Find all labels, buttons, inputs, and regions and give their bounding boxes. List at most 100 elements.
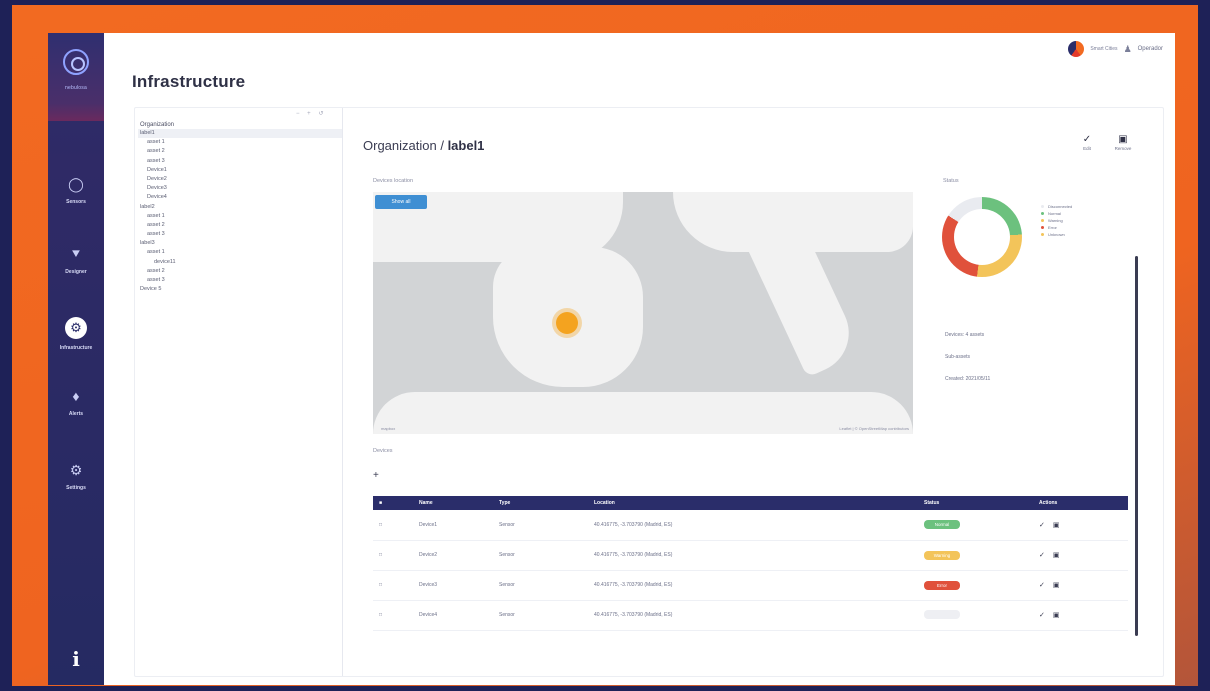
vertical-scrollbar[interactable] <box>1135 256 1138 636</box>
user-menu[interactable]: Smart Cities ♟ Operador <box>1068 41 1163 57</box>
col-type[interactable]: Type <box>493 496 588 510</box>
edit-row-icon[interactable]: ✓ <box>1039 552 1053 559</box>
tree-item[interactable]: Device3 <box>138 184 342 193</box>
summary-created: Created: 2021/05/11 <box>945 376 991 382</box>
edit-row-icon[interactable]: ✓ <box>1039 582 1053 589</box>
col-location[interactable]: Location <box>588 496 918 510</box>
nav-item-designer[interactable]: ⯆ Designer <box>48 245 104 275</box>
organization-tree: − + ↺ Organization label1 asset 1 asset 2a… <box>135 108 343 676</box>
legend-label: Disconnected <box>1048 204 1073 209</box>
legend-swatch <box>1041 233 1044 236</box>
tree-toolbar[interactable]: − + ↺ <box>296 110 326 117</box>
trash-icon: ▣ <box>1118 134 1128 145</box>
tree-item[interactable]: device11 <box>138 258 342 267</box>
nav-label: Sensors <box>66 199 86 205</box>
info-icon[interactable]: i <box>48 647 104 671</box>
nav-label: Settings <box>66 485 86 491</box>
edit-row-icon[interactable]: ✓ <box>1039 612 1053 619</box>
device-cluster-marker[interactable] <box>556 312 578 334</box>
brand-logo-icon <box>63 49 89 75</box>
table-row[interactable]: □ Device2 Sensor 40.416775, -3.703790 (Madr… <box>373 540 1128 570</box>
map-logo: mapbox <box>381 426 396 431</box>
show-all-map-button[interactable]: Show all <box>375 195 427 209</box>
tree-item[interactable]: asset 2 <box>138 147 342 156</box>
legend-item: Unknown <box>1041 231 1072 238</box>
table-row[interactable]: □ Device3 Sensor 40.416775, -3.703790 (Madr… <box>373 570 1128 600</box>
page-title: Infrastructure <box>132 72 246 91</box>
status-section-label: Status <box>943 178 959 184</box>
remove-label: Remove <box>1114 146 1132 151</box>
tree-item[interactable]: Device4 <box>138 193 342 202</box>
tree-item[interactable]: asset 1 <box>138 138 342 147</box>
legend-item: Normal <box>1041 210 1072 217</box>
devices-map[interactable]: Show all mapbox Leaflet | © OpenStreetMa… <box>373 192 913 434</box>
tree-item[interactable]: Device2 <box>138 175 342 184</box>
tree-item[interactable]: asset 2 <box>138 267 342 276</box>
tree-item[interactable]: label2 <box>138 203 342 212</box>
map-land-africa <box>373 392 913 434</box>
table-row[interactable]: □ Device1 Sensor 40.416775, -3.703790 (Madr… <box>373 510 1128 540</box>
app-window: nebulosa ◯ Sensors ⯆ Designer ⚙ Infrastr… <box>48 33 1175 685</box>
cell-location: 40.416775, -3.703790 (Madrid, ES) <box>594 612 673 618</box>
select-all-checkbox[interactable]: ■ <box>373 496 413 510</box>
tree-item[interactable]: asset 3 <box>138 276 342 285</box>
row-checkbox[interactable]: □ <box>373 510 413 540</box>
delete-row-icon[interactable]: ▣ <box>1053 612 1068 619</box>
tree-item[interactable]: Device 5 <box>138 285 342 294</box>
nav-item-infrastructure[interactable]: ⚙ Infrastructure <box>48 317 104 351</box>
brand[interactable]: nebulosa <box>48 33 104 121</box>
cell-type: Sensor <box>499 582 515 588</box>
delete-row-icon[interactable]: ▣ <box>1053 522 1068 529</box>
edit-button[interactable]: ✓ Edit <box>1075 134 1099 151</box>
tree-item[interactable]: label1 <box>138 129 342 139</box>
detail-title-node: label1 <box>447 138 485 153</box>
tree-item[interactable]: asset 3 <box>138 230 342 239</box>
cell-status: Error <box>918 570 1033 600</box>
row-checkbox[interactable]: □ <box>373 570 413 600</box>
nav-item-sensors[interactable]: ◯ Sensors <box>48 175 104 205</box>
legend-swatch <box>1041 219 1044 222</box>
devices-section-label: Devices <box>373 448 393 454</box>
edit-row-icon[interactable]: ✓ <box>1039 522 1053 529</box>
table-header-row: ■ Name Type Location Status Actions <box>373 496 1128 510</box>
tree-item[interactable]: asset 2 <box>138 221 342 230</box>
row-checkbox[interactable]: □ <box>373 540 413 570</box>
user-icon: ♟ <box>1123 43 1132 54</box>
cell-name: Device2 <box>419 552 438 558</box>
status-legend: Disconnected Normal Warning Error Unknown <box>1041 203 1072 238</box>
legend-item: Warning <box>1041 217 1072 224</box>
table-row[interactable]: □ Device4 Sensor 40.416775, -3.703790 (Madr… <box>373 600 1128 630</box>
company-name: Smart Cities <box>1090 46 1118 52</box>
nav-item-alerts[interactable]: ♦ Alerts <box>48 387 104 417</box>
company-logo-icon <box>1068 41 1085 57</box>
cell-status <box>918 600 1033 630</box>
row-checkbox[interactable]: □ <box>373 600 413 630</box>
detail-title-prefix: Organization / <box>363 138 444 153</box>
remove-button[interactable]: ▣ Remove <box>1111 134 1135 151</box>
tree-item[interactable]: asset 3 <box>138 157 342 166</box>
cell-actions: ✓▣ <box>1033 600 1128 630</box>
tree-item[interactable]: Device1 <box>138 166 342 175</box>
status-badge: Error <box>924 580 960 590</box>
status-badge: Normal <box>924 520 960 530</box>
tree-item[interactable]: asset 1 <box>138 248 342 257</box>
status-badge <box>924 609 960 619</box>
col-name[interactable]: Name <box>413 496 493 510</box>
add-device-button[interactable]: + <box>373 470 379 481</box>
summary-subassets: Sub-assets <box>945 354 971 360</box>
nav-item-settings[interactable]: ⚙ Settings <box>48 461 104 491</box>
tree-item[interactable]: label3 <box>138 239 342 248</box>
cell-type: Sensor <box>499 521 515 528</box>
detail-panel: Organization / label1 ✓ Edit ▣ Remove De… <box>351 108 1163 676</box>
sidebar: nebulosa ◯ Sensors ⯆ Designer ⚙ Infrastr… <box>48 33 104 685</box>
map-attribution[interactable]: Leaflet | © OpenStreetMap contributors <box>839 426 909 431</box>
delete-row-icon[interactable]: ▣ <box>1053 552 1068 559</box>
nav-label: Alerts <box>68 411 84 417</box>
col-status[interactable]: Status <box>918 496 1033 510</box>
cell-name: Device1 <box>419 521 438 528</box>
cell-actions: ✓▣ <box>1033 510 1128 540</box>
tree-item[interactable]: asset 1 <box>138 212 342 221</box>
delete-row-icon[interactable]: ▣ <box>1053 582 1068 589</box>
infrastructure-icon: ⚙ <box>65 317 87 339</box>
status-badge: Warning <box>924 550 960 560</box>
